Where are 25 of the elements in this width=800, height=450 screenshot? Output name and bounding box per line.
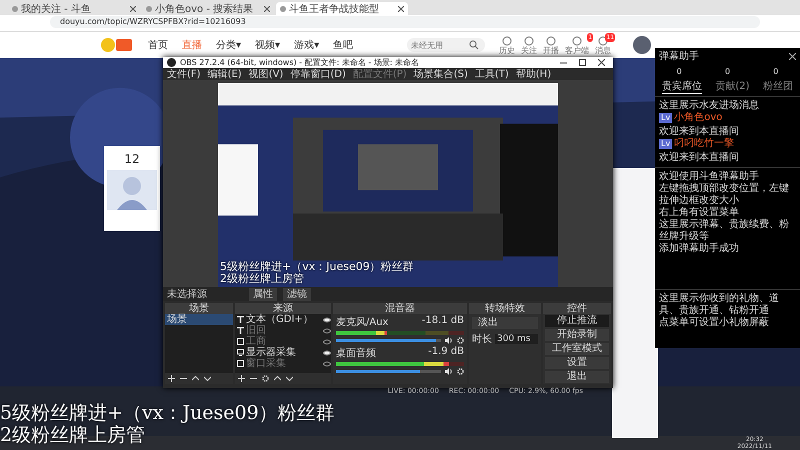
close-icon[interactable] [130,6,136,12]
avatar-icon[interactable] [633,36,652,54]
close-icon[interactable] [789,52,796,60]
address-bar[interactable]: douyu.com/topic/WZRYCSPFBX?rid=10216093 [50,16,760,28]
toolbar-button[interactable]: 开播 [543,36,560,54]
circle-icon [524,36,534,46]
nav-link[interactable]: 首页 [148,38,168,52]
nav-link[interactable]: 游戏▾ [294,38,320,52]
circle-icon [546,36,556,46]
search-field[interactable]: 未经无用 [407,38,486,52]
search-icon[interactable] [469,40,480,50]
nav-link[interactable]: 分类▾ [216,38,242,52]
circle-icon [572,36,582,46]
circle-icon [502,36,512,46]
nav-link[interactable]: 视频▾ [255,38,280,52]
close-icon[interactable] [398,6,404,12]
close-icon[interactable] [264,6,270,12]
circle-icon [598,36,608,46]
nav-link[interactable]: 鱼吧 [333,38,354,52]
toolbar-button[interactable]: 关注 [521,36,538,54]
browser-tab[interactable]: 小角色ovo - 搜索结果 [142,2,274,15]
toolbar-button[interactable]: 历史 [499,36,516,54]
browser-tab[interactable]: 我的关注 - 斗鱼 [8,2,140,15]
search-input[interactable]: 未经无用 [411,40,470,50]
browser-tab[interactable]: 斗鱼王者争战技能型 [276,2,408,15]
